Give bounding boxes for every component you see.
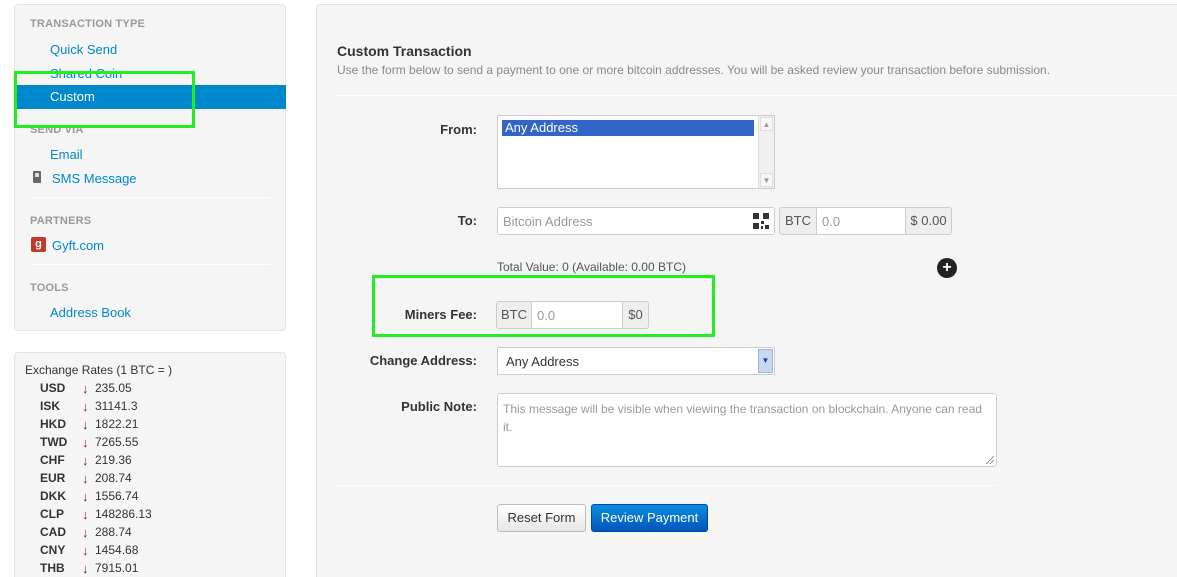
divider — [30, 197, 270, 198]
from-selected-option[interactable]: Any Address — [502, 120, 754, 136]
rate-value: 235.05 — [95, 381, 132, 395]
rate-value: 7915.01 — [95, 561, 139, 575]
nav-gyft[interactable]: Gyft.com — [52, 238, 104, 253]
rate-value: 31141.3 — [95, 399, 138, 413]
from-label: From: — [440, 122, 477, 137]
form-title: Custom Transaction — [337, 43, 472, 59]
rate-value: 7265.55 — [95, 435, 139, 449]
bitcoin-address-input[interactable]: Bitcoin Address — [497, 207, 775, 235]
scroll-up-icon[interactable]: ▲ — [760, 117, 773, 131]
transaction-type-header: TRANSACTION TYPE — [30, 18, 146, 30]
qr-code-icon[interactable] — [753, 213, 769, 229]
rate-value: 1556.74 — [95, 489, 139, 503]
rate-value: 219.36 — [95, 453, 132, 467]
arrow-down-icon: ↓ — [82, 399, 89, 414]
tools-header: TOOLS — [30, 282, 69, 294]
from-address-listbox[interactable]: Any Address ▲ ▼ — [497, 115, 775, 189]
arrow-down-icon: ↓ — [82, 543, 89, 558]
nav-shared-coin[interactable]: Shared Coin — [50, 66, 122, 81]
usd-value-addon: $ 0.00 — [905, 207, 952, 235]
arrow-down-icon: ↓ — [82, 471, 89, 486]
exchange-rates-panel: Exchange Rates (1 BTC = ) USD ↓ 235.05 ISK ↓… — [14, 352, 286, 577]
rate-value: 1454.68 — [95, 543, 139, 557]
miners-fee-label: Miners Fee: — [404, 307, 477, 322]
btc-amount-input[interactable]: 0.0 — [816, 207, 906, 235]
nav-custom-label: Custom — [50, 89, 95, 104]
currency-code: CNY — [40, 543, 66, 557]
public-note-textarea[interactable]: This message will be visible when viewin… — [497, 393, 997, 467]
arrow-down-icon: ↓ — [82, 453, 89, 468]
arrow-down-icon: ↓ — [82, 561, 89, 576]
to-label: To: — [457, 213, 477, 228]
change-address-value: Any Address — [506, 354, 579, 369]
arrow-down-icon: ↓ — [82, 507, 89, 522]
fee-btc-addon: BTC — [496, 301, 532, 329]
nav-sms-message[interactable]: SMS Message — [52, 171, 137, 186]
currency-code: THB — [40, 561, 65, 575]
public-note-label: Public Note: — [401, 399, 477, 414]
add-recipient-icon[interactable]: + — [937, 258, 957, 278]
listbox-scrollbar[interactable]: ▲ ▼ — [758, 116, 774, 188]
currency-code: USD — [40, 381, 66, 395]
public-note-placeholder: This message will be visible when viewin… — [503, 402, 982, 434]
currency-code: CHF — [40, 453, 65, 467]
rate-value: 1822.21 — [95, 417, 139, 431]
exchange-rates-title: Exchange Rates (1 BTC = ) — [25, 363, 173, 377]
divider — [337, 95, 1177, 96]
rate-value: 148286.13 — [95, 507, 152, 521]
partners-header: PARTNERS — [30, 215, 92, 227]
custom-transaction-panel: Custom Transaction Use the form below to… — [316, 4, 1177, 577]
arrow-down-icon: ↓ — [82, 435, 89, 450]
phone-icon — [33, 171, 41, 183]
change-address-select[interactable]: Any Address ▼ — [497, 347, 775, 375]
review-payment-button[interactable]: Review Payment — [591, 504, 708, 532]
nav-custom[interactable]: Custom — [15, 85, 286, 109]
nav-address-book[interactable]: Address Book — [50, 305, 131, 320]
change-address-label: Change Address: — [369, 353, 477, 368]
currency-code: HKD — [40, 417, 66, 431]
currency-code: ISK — [40, 399, 61, 413]
scroll-down-icon[interactable]: ▼ — [760, 173, 773, 187]
divider — [30, 264, 270, 265]
currency-code: DKK — [40, 489, 66, 503]
arrow-down-icon: ↓ — [82, 489, 89, 504]
arrow-down-icon: ↓ — [82, 381, 89, 396]
rate-value: 208.74 — [95, 471, 132, 485]
arrow-down-icon: ↓ — [82, 417, 89, 432]
currency-code: CAD — [40, 525, 66, 539]
form-description: Use the form below to send a payment to … — [337, 63, 1051, 77]
divider — [337, 485, 997, 486]
nav-quick-send[interactable]: Quick Send — [50, 42, 117, 57]
btc-addon: BTC — [779, 207, 817, 235]
currency-code: TWD — [40, 435, 68, 449]
miners-fee-input[interactable]: 0.0 — [531, 301, 623, 329]
arrow-down-icon: ↓ — [82, 525, 89, 540]
total-value-text: Total Value: 0 (Available: 0.00 BTC) — [497, 260, 686, 274]
send-via-header: SEND VIA — [30, 124, 84, 136]
currency-code: CLP — [40, 507, 64, 521]
nav-email[interactable]: Email — [50, 147, 83, 162]
chevron-down-icon[interactable]: ▼ — [758, 349, 773, 373]
resize-handle-icon[interactable] — [986, 456, 994, 464]
transaction-sidebar: TRANSACTION TYPE Quick Send Shared Coin … — [14, 4, 286, 331]
rate-value: 288.74 — [95, 525, 132, 539]
currency-code: EUR — [40, 471, 66, 485]
fee-usd-addon: $0 — [622, 301, 649, 329]
reset-form-button[interactable]: Reset Form — [497, 504, 586, 532]
gyft-logo-icon: g — [31, 237, 46, 252]
